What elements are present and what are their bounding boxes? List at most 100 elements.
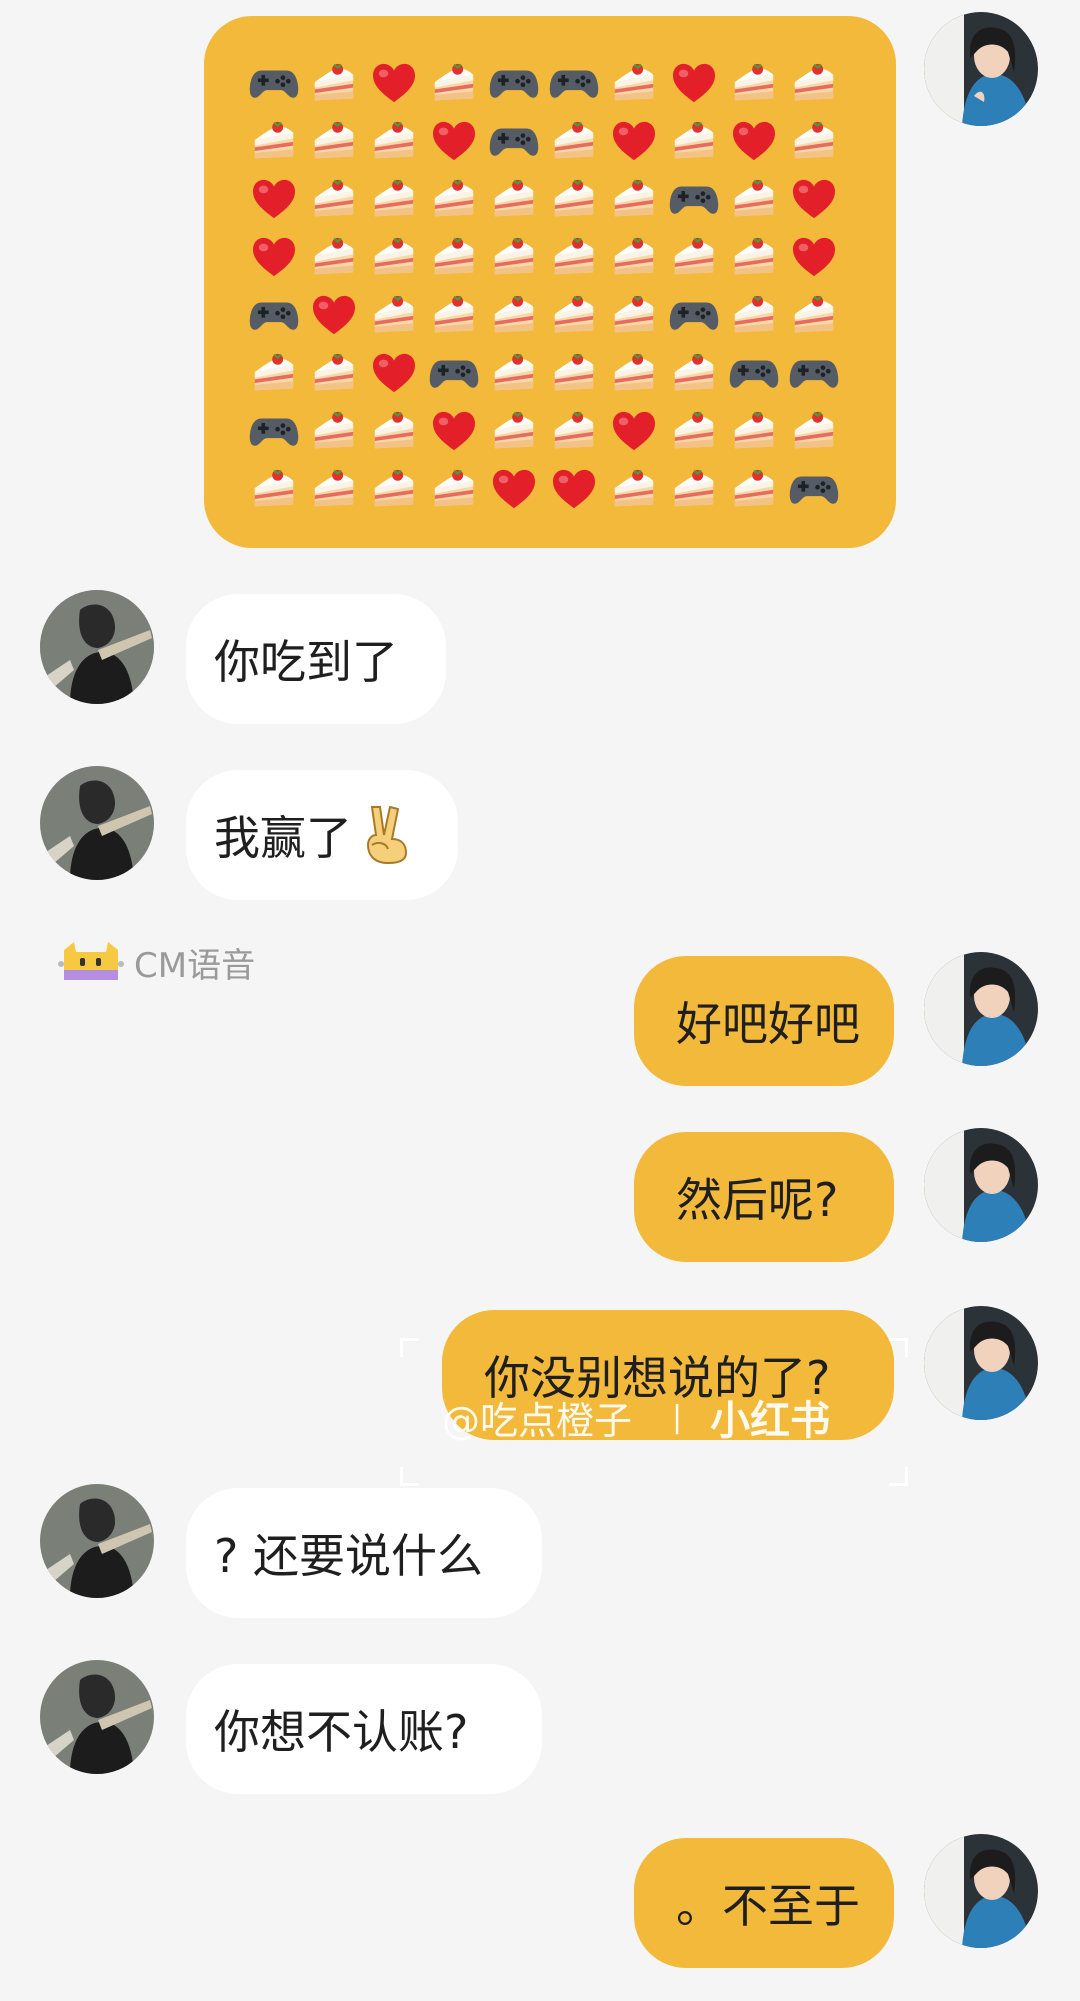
friend-avatar[interactable] [40, 1484, 154, 1598]
cake-icon [364, 286, 424, 344]
message-text: 我赢了 [214, 811, 352, 865]
message-text: 好吧好吧 [676, 997, 860, 1051]
cake-icon [724, 460, 784, 518]
cake-icon [304, 170, 364, 228]
gamepad-icon [244, 286, 304, 344]
friend-avatar[interactable] [40, 590, 154, 704]
cake-icon [364, 228, 424, 286]
cm-mascot-icon [58, 940, 124, 986]
heart-icon [724, 112, 784, 170]
message-text: ? 还要说什么 [214, 1529, 484, 1583]
heart-icon [244, 170, 304, 228]
cake-icon [304, 112, 364, 170]
gamepad-icon [484, 112, 544, 170]
xiaohongshu-watermark: @吃点橙子 | 小红书 [400, 1338, 908, 1486]
gamepad-icon [784, 344, 844, 402]
cake-icon [604, 460, 664, 518]
message-bubble-other[interactable]: 你想不认账? [186, 1664, 542, 1794]
cake-icon [664, 402, 724, 460]
cake-icon [664, 228, 724, 286]
cake-icon [604, 54, 664, 112]
cake-icon [424, 54, 484, 112]
cake-icon [304, 344, 364, 402]
cake-icon [364, 402, 424, 460]
friend-avatar[interactable] [40, 1660, 154, 1774]
cake-icon [784, 402, 844, 460]
cake-icon [544, 170, 604, 228]
message-bubble-me[interactable]: 然后呢? [634, 1132, 894, 1262]
heart-icon [364, 54, 424, 112]
cake-icon [664, 344, 724, 402]
heart-icon [784, 170, 844, 228]
cake-icon [604, 286, 664, 344]
cake-icon [724, 402, 784, 460]
cake-icon [664, 460, 724, 518]
cake-icon [544, 344, 604, 402]
cake-icon [484, 344, 544, 402]
heart-icon [604, 112, 664, 170]
heart-icon [244, 228, 304, 286]
cake-icon [664, 112, 724, 170]
cake-icon [424, 228, 484, 286]
watermark-user: @吃点橙子 [442, 1398, 633, 1443]
cake-icon [244, 344, 304, 402]
my-avatar[interactable] [924, 1834, 1038, 1948]
cake-icon [244, 460, 304, 518]
cm-voice-logo: CM语音 [58, 938, 255, 987]
watermark-corner [889, 1467, 908, 1486]
watermark-corner [400, 1467, 419, 1486]
my-avatar[interactable] [924, 1128, 1038, 1242]
cake-icon [304, 402, 364, 460]
gamepad-icon [244, 402, 304, 460]
message-bubble-other[interactable]: ? 还要说什么 [186, 1488, 542, 1618]
my-avatar[interactable] [924, 952, 1038, 1066]
friend-avatar[interactable] [40, 766, 154, 880]
cake-icon [724, 286, 784, 344]
chat-screen: { "emoji_grid": [ ["gamepad","cake","hea… [0, 0, 1080, 2001]
cake-icon [304, 460, 364, 518]
message-text: 然后呢? [676, 1173, 839, 1227]
cake-icon [364, 170, 424, 228]
my-avatar[interactable] [924, 1306, 1038, 1420]
gamepad-icon [484, 54, 544, 112]
cake-icon [724, 228, 784, 286]
heart-icon [604, 402, 664, 460]
watermark-corner [400, 1338, 419, 1357]
gamepad-icon [784, 460, 844, 518]
gamepad-icon [244, 54, 304, 112]
cake-icon [604, 344, 664, 402]
gamepad-icon [664, 286, 724, 344]
heart-icon [364, 344, 424, 402]
watermark-separator: | [672, 1399, 683, 1435]
cake-icon [424, 170, 484, 228]
cake-icon [544, 402, 604, 460]
emoji-grid-message-bubble[interactable] [204, 16, 896, 548]
cake-icon [724, 54, 784, 112]
cake-icon [484, 286, 544, 344]
cake-icon [484, 402, 544, 460]
watermark-brand: 小红书 [710, 1398, 831, 1444]
cake-icon [304, 54, 364, 112]
heart-icon [484, 460, 544, 518]
heart-icon [544, 460, 604, 518]
watermark-corner [889, 1338, 908, 1357]
my-avatar[interactable] [924, 12, 1038, 126]
cm-voice-label: CM语音 [134, 946, 256, 986]
gamepad-icon [724, 344, 784, 402]
cake-icon [364, 460, 424, 518]
heart-icon [304, 286, 364, 344]
heart-icon [424, 112, 484, 170]
emoji-grid [244, 54, 858, 518]
cake-icon [784, 112, 844, 170]
cake-icon [364, 112, 424, 170]
cake-icon [424, 460, 484, 518]
gamepad-icon [544, 54, 604, 112]
message-bubble-other[interactable]: 我赢了 [186, 770, 458, 900]
cake-icon [544, 112, 604, 170]
message-bubble-me[interactable]: 好吧好吧 [634, 956, 894, 1086]
message-text: 你想不认账? [214, 1705, 469, 1759]
gamepad-icon [424, 344, 484, 402]
message-bubble-other[interactable]: 你吃到了 [186, 594, 446, 724]
cake-icon [784, 54, 844, 112]
message-bubble-me[interactable]: 。不至于 [634, 1838, 894, 1968]
